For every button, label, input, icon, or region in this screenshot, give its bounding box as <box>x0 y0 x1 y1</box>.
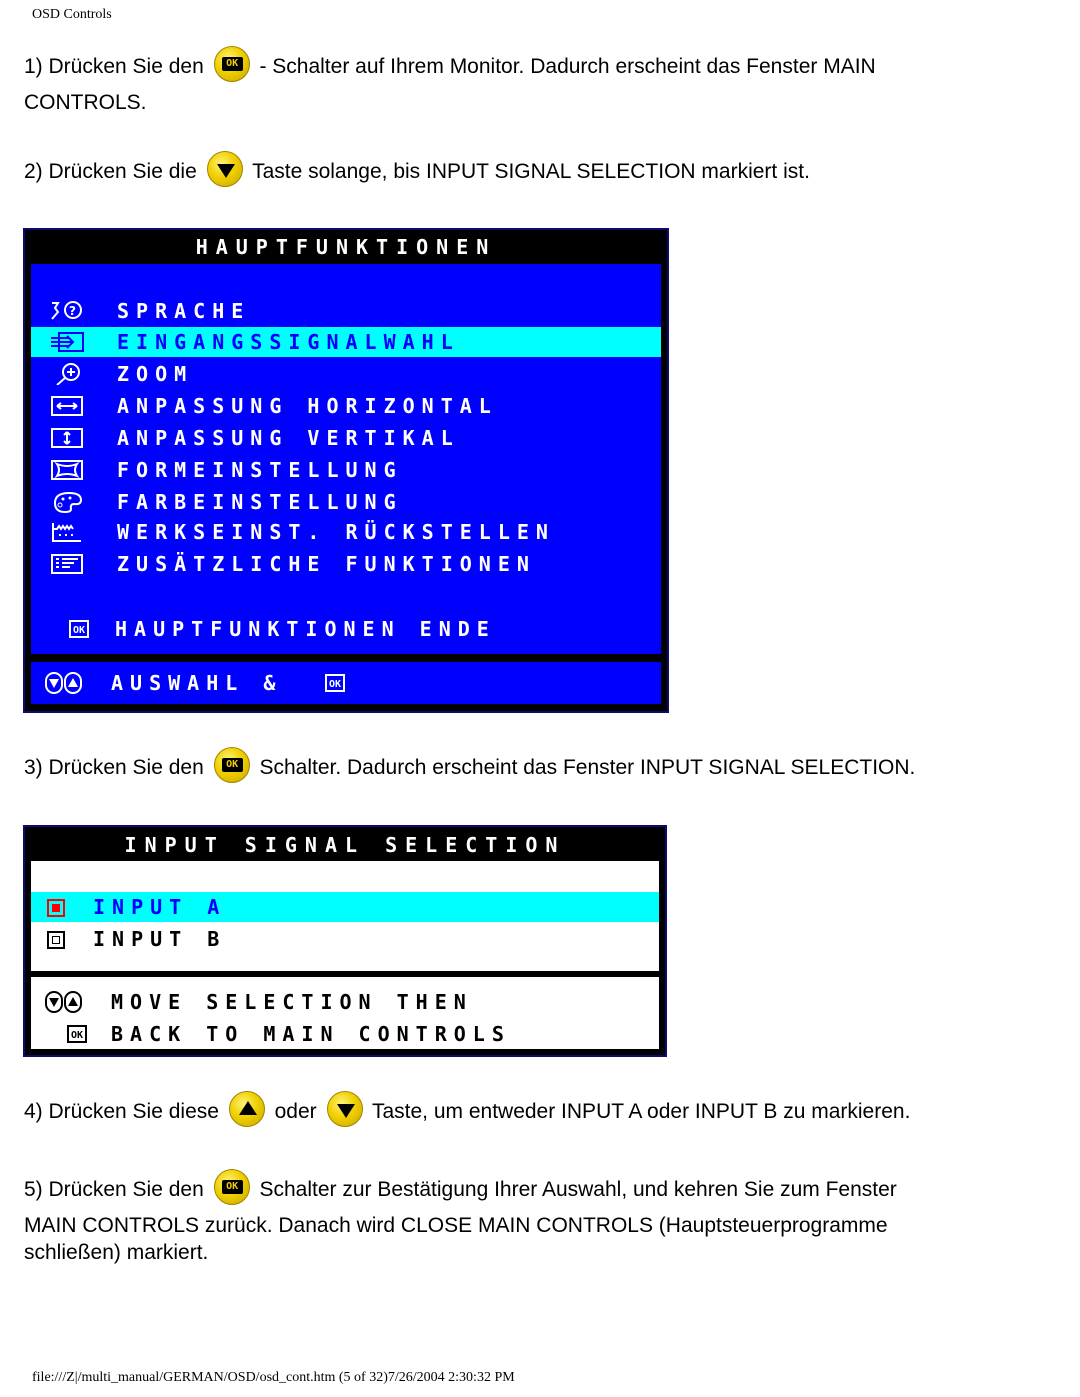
osd-main-footer: AUSWAHL & OK <box>31 662 661 704</box>
factory-reset-icon <box>49 521 85 543</box>
step-4: 4) Drücken Sie diese oder Taste, um entw… <box>24 1091 1024 1130</box>
step-5-line2: MAIN CONTROLS zurück. Danach wird CLOSE … <box>24 1214 888 1238</box>
menu-item-zusaetzliche-funktionen[interactable]: ZUSÄTZLICHE FUNKTIONEN <box>31 549 661 579</box>
up-down-arrows-icon <box>45 672 83 702</box>
menu-item-zoom[interactable]: ZOOM <box>31 359 661 389</box>
footer-line-2: BACK TO MAIN CONTROLS <box>111 1022 511 1046</box>
ok-button-icon: OK <box>213 46 250 83</box>
step-2-prefix: 2) Drücken Sie die <box>24 160 197 183</box>
menu-item-formeinstellung[interactable]: FORMEINSTELLUNG <box>31 455 661 485</box>
step-3-prefix: 3) Drücken Sie den <box>24 756 204 779</box>
up-down-arrows-icon <box>45 991 83 1021</box>
horizontal-adjust-icon <box>49 395 85 417</box>
menu-item-farbeinstellung[interactable]: FARBEINSTELLUNG <box>31 487 661 517</box>
step-4-suffix: Taste, um entweder INPUT A oder INPUT B … <box>371 1100 911 1123</box>
zoom-icon <box>49 363 85 386</box>
osd-main-title: HAUPTFUNKTIONEN <box>195 235 497 259</box>
step-2-suffix: Taste solange, bis INPUT SIGNAL SELECTIO… <box>252 160 810 183</box>
radio-unselected-icon <box>47 931 65 949</box>
step-1: 1) Drücken Sie den OK - Schalter auf Ihr… <box>24 46 1024 120</box>
shape-icon <box>49 459 85 481</box>
page-header-title: OSD Controls <box>32 7 112 22</box>
input-options: INPUT A INPUT B <box>31 861 659 971</box>
step-5-prefix: 5) Drücken Sie den <box>24 1178 204 1201</box>
option-input-a[interactable]: INPUT A <box>31 892 659 922</box>
osd-main-menu: ? SPRACHE EINGANGSSIGNALWAHL ZOOM ANPASS… <box>31 264 661 654</box>
language-icon: ? <box>49 300 85 322</box>
osd-main-controls: HAUPTFUNKTIONEN ? SPRACHE EINGANGSSIGNAL… <box>23 228 669 713</box>
osd-input-footer: MOVE SELECTION THEN OK BACK TO MAIN CONT… <box>31 977 659 1049</box>
menu-item-anpassung-vertikal[interactable]: ANPASSUNG VERTIKAL <box>31 423 661 453</box>
ok-icon: OK <box>69 620 89 638</box>
step-2: 2) Drücken Sie die Taste solange, bis IN… <box>24 151 1024 190</box>
step-1-prefix: 1) Drücken Sie den <box>24 55 204 78</box>
option-input-b[interactable]: INPUT B <box>31 924 659 954</box>
ok-button-icon: OK <box>213 1169 250 1206</box>
step-3: 3) Drücken Sie den OK Schalter. Dadurch … <box>24 747 1024 786</box>
color-palette-icon <box>49 491 85 514</box>
step-5: 5) Drücken Sie den OK Schalter zur Bestä… <box>24 1169 1024 1278</box>
down-button-icon <box>326 1091 363 1128</box>
step-1-line2: CONTROLS. <box>24 91 147 115</box>
osd-input-signal-selection: INPUT SIGNAL SELECTION INPUT A INPUT B M… <box>23 825 667 1057</box>
up-button-icon <box>228 1091 265 1128</box>
menu-item-sprache[interactable]: ? SPRACHE <box>31 296 661 326</box>
step-4-prefix: 4) Drücken Sie diese <box>24 1100 219 1123</box>
footer-select-label: AUSWAHL & <box>111 671 283 695</box>
svg-text:?: ? <box>69 304 83 318</box>
vertical-adjust-icon <box>49 427 85 449</box>
menu-item-anpassung-horizontal[interactable]: ANPASSUNG HORIZONTAL <box>31 391 661 421</box>
down-button-icon <box>206 151 243 188</box>
footer-line-1: MOVE SELECTION THEN <box>111 990 473 1014</box>
step-5-suffix: Schalter zur Bestätigung Ihrer Auswahl, … <box>259 1178 897 1201</box>
ok-icon: OK <box>325 674 345 692</box>
radio-selected-icon <box>47 899 65 917</box>
step-3-suffix: Schalter. Dadurch erscheint das Fenster … <box>259 756 916 779</box>
osd-input-title: INPUT SIGNAL SELECTION <box>124 833 566 857</box>
step-4-middle: oder <box>274 1100 317 1123</box>
input-signal-icon <box>49 331 85 353</box>
menu-item-eingangssignalwahl[interactable]: EINGANGSSIGNALWAHL <box>31 327 661 357</box>
step-5-line3: schließen) markiert. <box>24 1241 209 1265</box>
ok-icon: OK <box>67 1025 87 1043</box>
menu-item-werkseinst-rueckstellen[interactable]: WERKSEINST. RÜCKSTELLEN <box>31 517 661 547</box>
ok-button-icon: OK <box>213 747 250 784</box>
page-footer: file:///Z|/multi_manual/GERMAN/OSD/osd_c… <box>32 1370 515 1385</box>
step-1-suffix: - Schalter auf Ihrem Monitor. Dadurch er… <box>259 55 876 78</box>
extra-functions-icon <box>49 553 85 575</box>
menu-item-hauptfunktionen-ende[interactable]: OK HAUPTFUNKTIONEN ENDE <box>31 614 661 644</box>
